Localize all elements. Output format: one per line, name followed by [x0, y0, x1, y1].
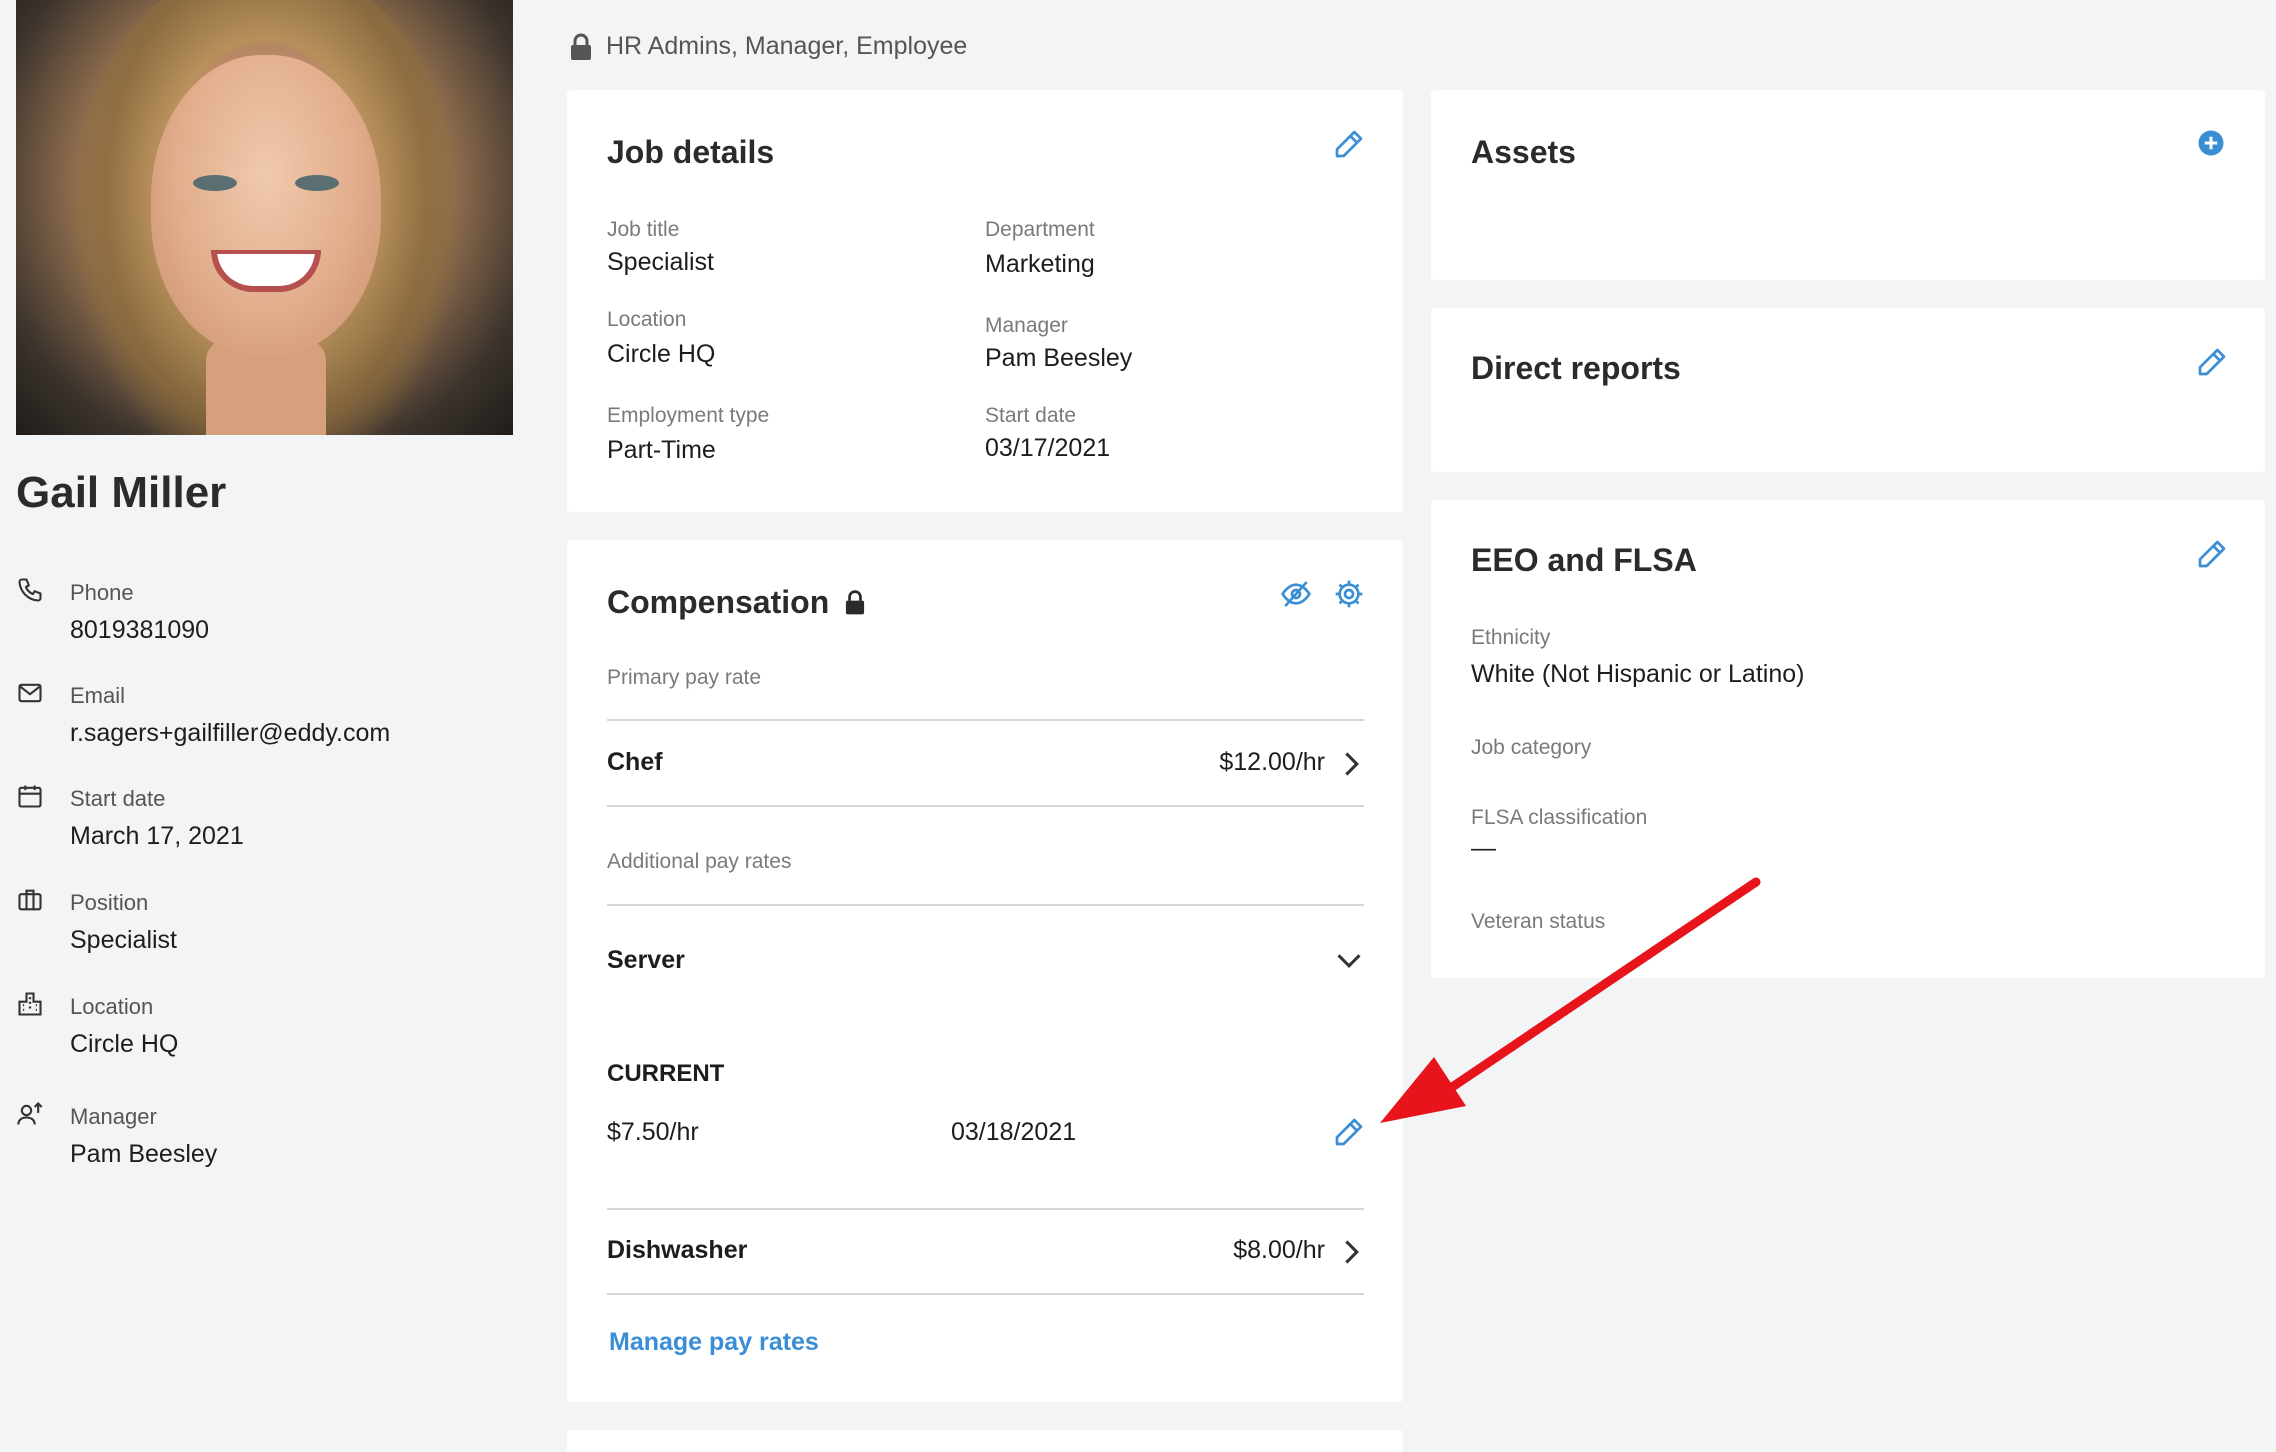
- eeo-flsa-title: EEO and FLSA: [1471, 542, 1697, 578]
- manager-label: Manager: [70, 1104, 157, 1129]
- job-details-card: Job details Job title Specialist Departm…: [567, 90, 1403, 512]
- compensation-lock-icon: [845, 589, 865, 616]
- edit-eeo-pencil-icon[interactable]: [2196, 538, 2228, 570]
- calendar-icon: [16, 782, 44, 810]
- chevron-down-icon: [1335, 946, 1363, 974]
- edit-job-details-pencil-icon[interactable]: [1333, 128, 1365, 160]
- job-title-value: Specialist: [607, 248, 714, 276]
- job-manager-value: Pam Beesley: [985, 344, 1133, 372]
- building-icon: [16, 990, 44, 1018]
- position-value: Specialist: [70, 926, 177, 954]
- assets-title: Assets: [1471, 134, 1576, 170]
- compensation-card: Compensation Primary pay rate Chef $12.0…: [567, 540, 1403, 1402]
- job-start-date-label: Start date: [985, 404, 1077, 427]
- flsa-classification-value: —: [1471, 834, 1496, 862]
- visibility-permissions: HR Admins, Manager, Employee: [570, 32, 967, 61]
- next-card: [567, 1430, 1403, 1452]
- phone-label: Phone: [70, 580, 134, 605]
- primary-pay-title: Chef: [607, 748, 663, 776]
- job-category-label: Job category: [1471, 736, 1592, 759]
- briefcase-icon: [16, 886, 44, 914]
- profile-name: Gail Miller: [16, 468, 227, 517]
- job-details-title: Job details: [607, 134, 775, 170]
- employment-type-label: Employment type: [607, 404, 770, 427]
- employment-type-value: Part-Time: [607, 436, 716, 464]
- ethnicity-value: White (Not Hispanic or Latino): [1471, 660, 1805, 688]
- current-rate-heading: CURRENT: [607, 1060, 725, 1087]
- department-value: Marketing: [985, 250, 1095, 278]
- server-current-rate: $7.50/hr: [607, 1118, 699, 1146]
- edit-direct-reports-pencil-icon[interactable]: [2196, 346, 2228, 378]
- chevron-right-icon: [1337, 1238, 1365, 1266]
- hide-values-eye-slash-icon[interactable]: [1280, 578, 1312, 610]
- assets-card: Assets: [1431, 90, 2265, 280]
- profile-location: Location Circle HQ: [16, 984, 496, 1064]
- annotation-arrow: [1380, 877, 1761, 1123]
- profile-email: Email r.sagers+gailfiller@eddy.com: [16, 673, 496, 753]
- primary-pay-amount: $12.00/hr: [1219, 748, 1325, 776]
- manager-value: Pam Beesley: [70, 1140, 218, 1168]
- dishwasher-pay-rate-row[interactable]: Dishwasher $8.00/hr: [567, 1210, 1403, 1294]
- edit-server-rate-pencil-icon[interactable]: [1333, 1116, 1365, 1148]
- lock-icon: [570, 33, 592, 61]
- compensation-header: Compensation: [607, 584, 865, 621]
- primary-pay-rate-label: Primary pay rate: [607, 666, 762, 689]
- compensation-title: Compensation: [607, 584, 830, 620]
- direct-reports-title: Direct reports: [1471, 350, 1681, 386]
- profile-photo: [16, 0, 513, 435]
- email-value: r.sagers+gailfiller@eddy.com: [70, 719, 391, 747]
- divider: [607, 1293, 1364, 1295]
- divider: [607, 805, 1364, 807]
- manager-icon: [16, 1100, 44, 1128]
- manage-pay-rates-link[interactable]: Manage pay rates: [609, 1328, 819, 1357]
- job-manager-label: Manager: [985, 314, 1068, 337]
- profile-manager: Manager Pam Beesley: [16, 1094, 496, 1174]
- department-label: Department: [985, 218, 1095, 241]
- server-pay-rate-row[interactable]: Server: [567, 906, 1403, 1006]
- email-label: Email: [70, 683, 126, 708]
- job-location-label: Location: [607, 308, 687, 331]
- dishwasher-title: Dishwasher: [607, 1236, 748, 1264]
- ethnicity-label: Ethnicity: [1471, 626, 1551, 649]
- location-label: Location: [70, 994, 154, 1019]
- phone-icon: [16, 576, 44, 604]
- server-rate-effective-date: 03/18/2021: [951, 1118, 1077, 1146]
- divider: [607, 719, 1364, 721]
- server-title: Server: [607, 946, 685, 974]
- start-date-label: Start date: [70, 786, 166, 811]
- dishwasher-amount: $8.00/hr: [1233, 1236, 1325, 1264]
- start-date-value: March 17, 2021: [70, 822, 244, 850]
- primary-pay-rate-row[interactable]: Chef $12.00/hr: [567, 722, 1403, 806]
- additional-pay-rates-label: Additional pay rates: [607, 850, 792, 873]
- chevron-right-icon: [1337, 750, 1365, 778]
- profile-start-date: Start date March 17, 2021: [16, 776, 496, 856]
- job-title-label: Job title: [607, 218, 680, 241]
- compensation-settings-gear-icon[interactable]: [1333, 578, 1365, 610]
- direct-reports-card: Direct reports: [1431, 308, 2265, 472]
- flsa-classification-label: FLSA classification: [1471, 806, 1648, 829]
- position-label: Position: [70, 890, 149, 915]
- job-start-date-value: 03/17/2021: [985, 434, 1111, 462]
- profile-phone: Phone 8019381090: [16, 570, 496, 650]
- email-icon: [16, 679, 44, 707]
- location-value: Circle HQ: [70, 1030, 179, 1058]
- permissions-text: HR Admins, Manager, Employee: [606, 32, 968, 60]
- profile-position: Position Specialist: [16, 880, 496, 960]
- add-asset-plus-icon[interactable]: [2196, 128, 2228, 160]
- phone-value: 8019381090: [70, 616, 210, 644]
- job-location-value: Circle HQ: [607, 340, 716, 368]
